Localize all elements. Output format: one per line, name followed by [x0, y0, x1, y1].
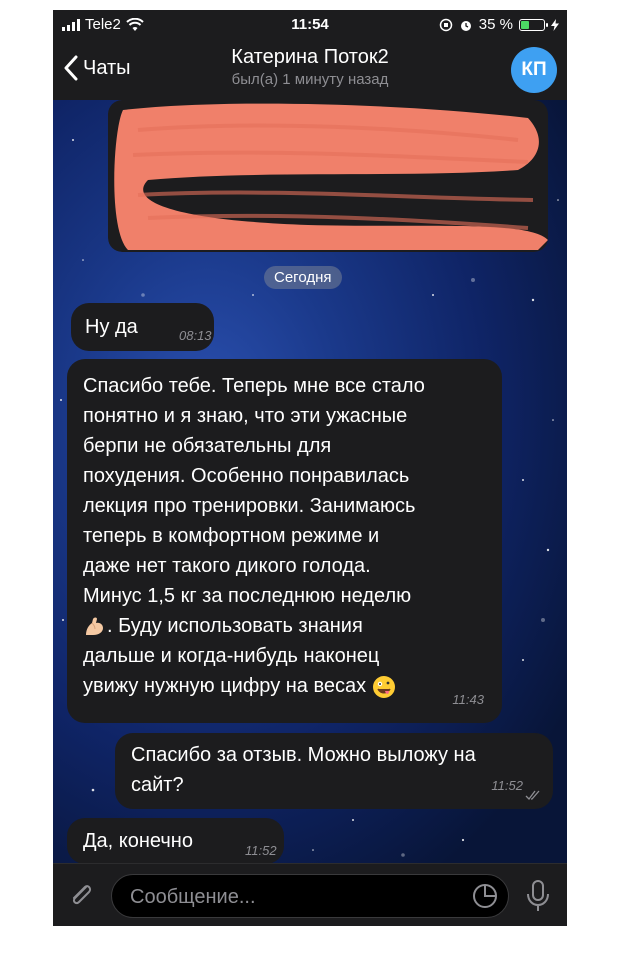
status-bar: Tele2 11:54 35 %: [53, 10, 567, 40]
message-text: Спасибо за отзыв. Можно выложу на сайт?: [131, 744, 476, 796]
orientation-lock-icon: [439, 18, 453, 31]
chat-header: Чаты Катерина Поток2 был(а) 1 минуту наз…: [53, 40, 567, 101]
sticker-icon[interactable]: [472, 883, 498, 909]
message-text: Спасибо тебе. Теперь мне все стало понят…: [83, 375, 425, 607]
message-bubble-incoming[interactable]: Спасибо тебе. Теперь мне все стало понят…: [67, 359, 502, 723]
message-text: Да, конечно: [83, 830, 193, 852]
message-text-continued: . Буду использовать знания дальше и когд…: [83, 615, 380, 697]
chat-title: Катерина Поток2: [231, 46, 389, 68]
message-time: 08:13: [179, 328, 212, 343]
zany-face-icon: [372, 675, 395, 698]
phone-screen: Tele2 11:54 35 % Чаты Катерина Поток2 бы…: [53, 10, 567, 926]
chat-title-block[interactable]: Катерина Поток2 был(а) 1 минуту назад: [53, 46, 567, 88]
message-bubble-incoming[interactable]: Ну да 08:13: [71, 303, 214, 351]
avatar[interactable]: КП: [511, 47, 557, 93]
read-checkmarks-icon: [525, 790, 540, 800]
status-right: 35 %: [439, 16, 559, 33]
date-separator: Сегодня: [264, 266, 342, 289]
message-input[interactable]: [128, 875, 462, 919]
chat-area[interactable]: Сегодня Ну да 08:13 Спасибо тебе. Теперь…: [53, 100, 567, 863]
alarm-icon: [460, 20, 471, 31]
microphone-icon[interactable]: [525, 879, 551, 913]
message-time: 11:52: [245, 843, 277, 858]
message-time: 11:43: [452, 692, 484, 707]
battery-percent: 35 %: [478, 16, 513, 33]
message-field[interactable]: [111, 874, 509, 919]
message-input-bar: [53, 863, 567, 926]
message-bubble-outgoing[interactable]: Спасибо за отзыв. Можно выложу на сайт? …: [115, 733, 553, 809]
redacted-area: [108, 100, 548, 252]
paperclip-icon[interactable]: [65, 879, 97, 911]
message-text: Ну да: [85, 316, 138, 338]
charging-icon: [551, 18, 559, 31]
flexed-biceps-icon: [86, 617, 103, 635]
message-bubble-incoming[interactable]: Да, конечно 11:52: [67, 818, 284, 863]
battery-icon: [519, 18, 548, 31]
chat-subtitle: был(а) 1 минуту назад: [231, 71, 389, 88]
message-time: 11:52: [491, 778, 523, 793]
